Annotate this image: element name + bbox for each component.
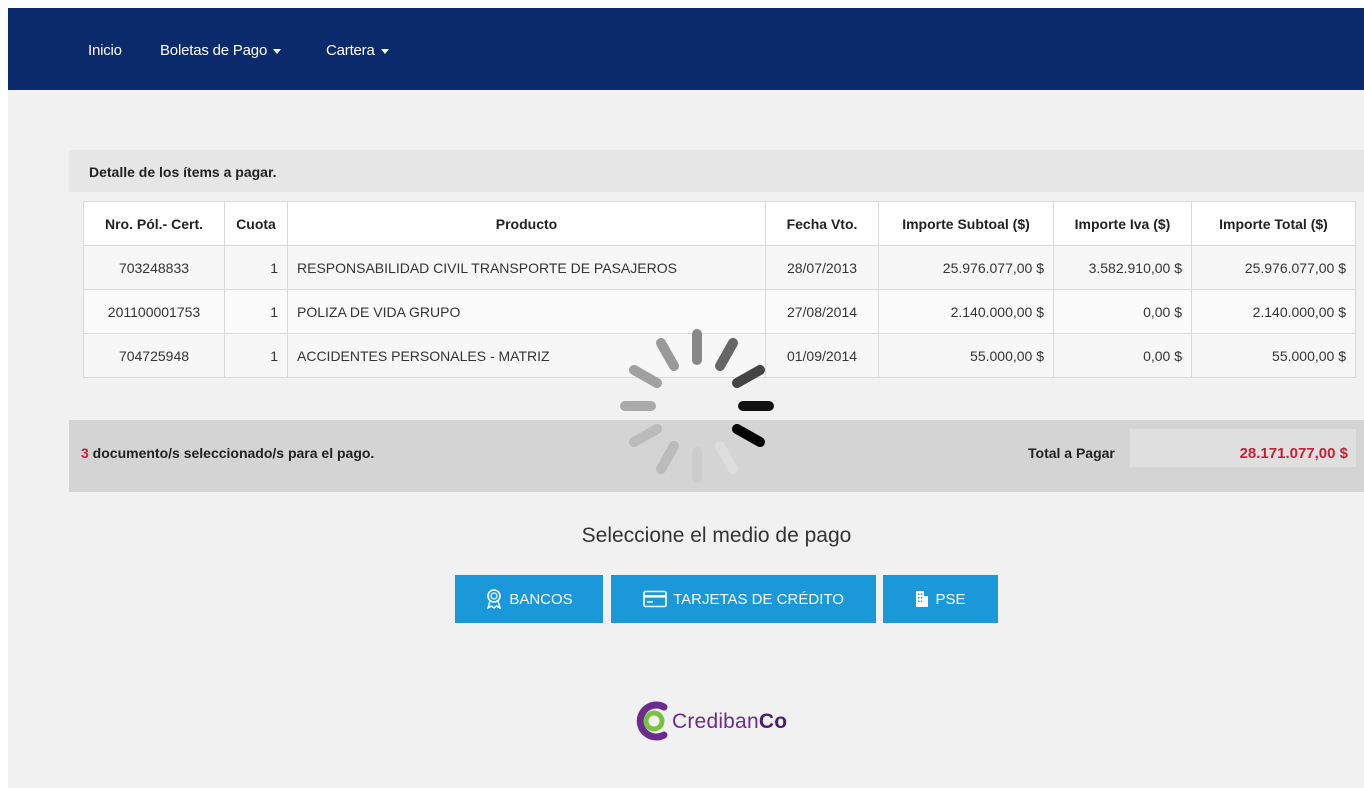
building-icon — [916, 591, 929, 607]
table-header-row: Nro. Pól.- Cert. Cuota Producto Fecha Vt… — [83, 201, 1356, 246]
cell-iva: 0,00 $ — [1053, 333, 1192, 378]
cell-total: 25.976.077,00 $ — [1191, 245, 1356, 290]
bancos-button[interactable]: BANCOS — [455, 575, 603, 623]
panel-title: Detalle de los ítems a pagar. — [89, 164, 277, 180]
cell-total: 55.000,00 $ — [1191, 333, 1356, 378]
nav-boletas-label: Boletas de Pago — [160, 42, 268, 59]
credit-card-icon — [643, 590, 667, 608]
col-header-subtotal: Importe Subtoal ($) — [878, 201, 1054, 246]
cell-subtotal: 2.140.000,00 $ — [878, 289, 1054, 334]
selected-documents-label: documento/s seleccionado/s para el pago. — [88, 445, 375, 461]
credibanco-logo-text: CredibanCo — [672, 710, 787, 734]
nav-inicio[interactable]: Inicio — [88, 42, 122, 59]
col-header-poliza: Nro. Pól.- Cert. — [83, 201, 225, 246]
col-header-producto: Producto — [287, 201, 766, 246]
panel-heading: Detalle de los ítems a pagar. — [69, 150, 1364, 192]
cell-total: 2.140.000,00 $ — [1191, 289, 1356, 334]
cell-fecha: 27/08/2014 — [765, 289, 879, 334]
caret-down-icon — [380, 48, 389, 54]
total-value: 28.171.077,00 $ — [1239, 445, 1348, 462]
cell-iva: 3.582.910,00 $ — [1053, 245, 1192, 290]
col-header-cuota: Cuota — [224, 201, 288, 246]
bancos-label: BANCOS — [509, 590, 573, 608]
award-icon — [487, 589, 502, 609]
logo-text-bold: Co — [758, 710, 788, 733]
total-label: Total a Pagar — [1028, 445, 1115, 461]
selected-documents-text: 3 documento/s seleccionado/s para el pag… — [81, 445, 374, 461]
nav-cartera-label: Cartera — [326, 42, 375, 59]
credibanco-logo: CredibanCo — [630, 697, 830, 747]
selected-count: 3 — [81, 445, 89, 461]
payment-method-title: Seleccione el medio de pago — [581, 524, 852, 547]
col-header-total: Importe Total ($) — [1191, 201, 1356, 246]
cell-poliza: 704725948 — [83, 333, 225, 378]
cell-producto: RESPONSABILIDAD CIVIL TRANSPORTE DE PASA… — [287, 245, 766, 290]
pse-button[interactable]: PSE — [883, 575, 998, 623]
caret-down-icon — [273, 48, 282, 54]
nav-cartera[interactable]: Cartera — [326, 42, 389, 59]
total-box: 28.171.077,00 $ — [1130, 429, 1356, 467]
cell-subtotal: 55.000,00 $ — [878, 333, 1054, 378]
col-header-iva: Importe Iva ($) — [1053, 201, 1192, 246]
page: Inicio Boletas de Pago Cartera Detalle d… — [8, 8, 1364, 788]
top-navbar: Inicio Boletas de Pago Cartera — [8, 8, 1364, 90]
tarjetas-label: TARJETAS DE CRÉDITO — [673, 590, 844, 608]
cell-cuota: 1 — [224, 245, 288, 290]
cell-poliza: 201100001753 — [83, 289, 225, 334]
cell-iva: 0,00 $ — [1053, 289, 1192, 334]
loading-spinner-icon — [620, 329, 774, 483]
pse-label: PSE — [935, 590, 966, 608]
cell-cuota: 1 — [224, 333, 288, 378]
tarjetas-credito-button[interactable]: TARJETAS DE CRÉDITO — [611, 575, 876, 623]
nav-inicio-label: Inicio — [88, 42, 122, 59]
cell-fecha: 01/09/2014 — [765, 333, 879, 378]
cell-poliza: 703248833 — [83, 245, 225, 290]
col-header-fecha: Fecha Vto. — [765, 201, 879, 246]
cell-cuota: 1 — [224, 289, 288, 334]
table-row: 703248833 1 RESPONSABILIDAD CIVIL TRANSP… — [83, 245, 1356, 290]
cell-subtotal: 25.976.077,00 $ — [878, 245, 1054, 290]
logo-text-light: Crediban — [672, 710, 759, 733]
nav-boletas-de-pago[interactable]: Boletas de Pago — [160, 42, 282, 59]
credibanco-logo-icon — [636, 701, 668, 741]
cell-fecha: 28/07/2013 — [765, 245, 879, 290]
